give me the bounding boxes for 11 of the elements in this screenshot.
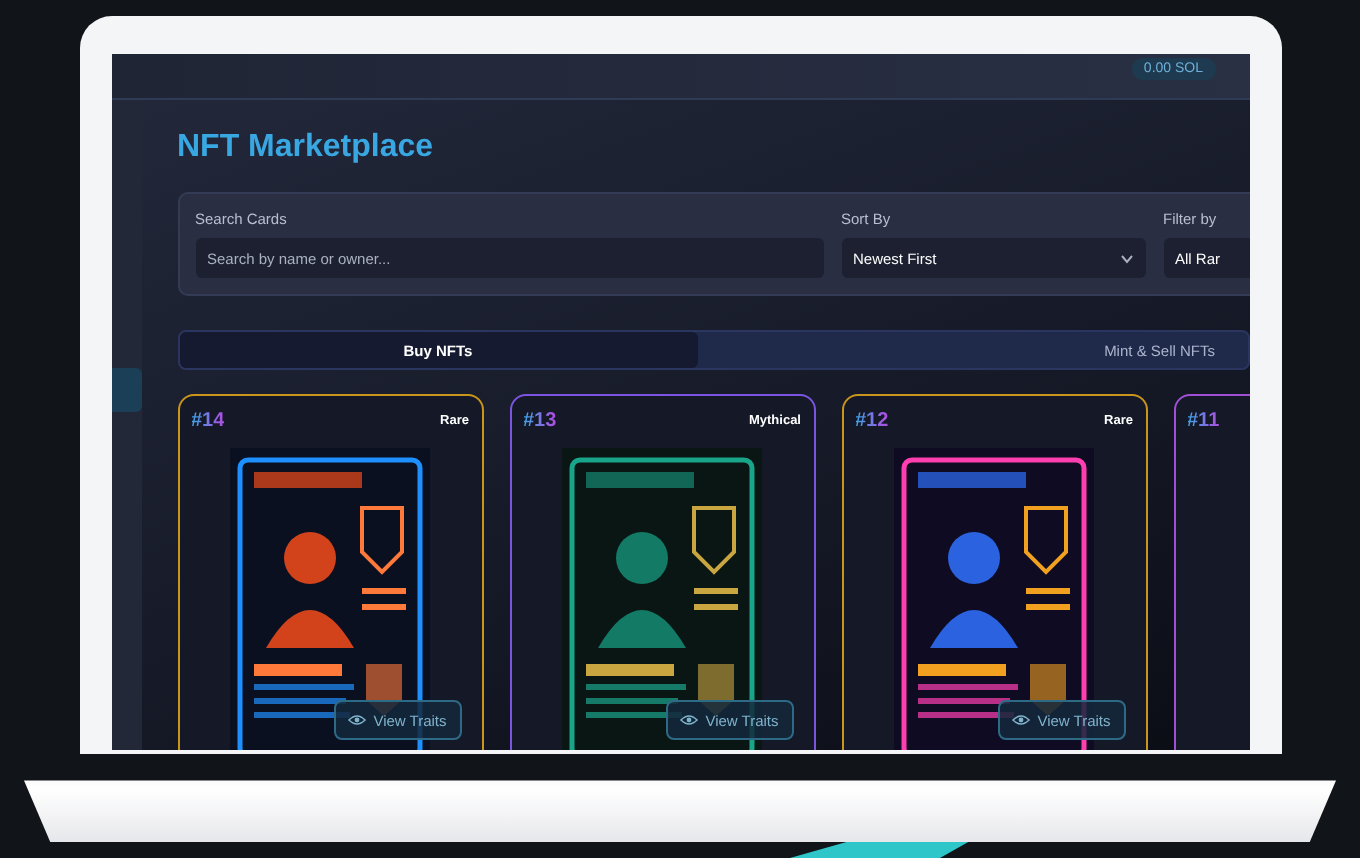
card-number: #11 [1187, 410, 1220, 432]
eye-icon [679, 714, 698, 726]
card-number: #12 [855, 410, 889, 432]
chevron-icon [1119, 253, 1133, 263]
page-title: NFT Marketplace [177, 128, 436, 168]
eye-icon [1011, 714, 1030, 726]
eye-icon [347, 714, 366, 726]
card-number: #13 [523, 410, 557, 432]
nft-card[interactable]: #11 [1173, 394, 1249, 750]
sidebar-toggle[interactable] [111, 368, 141, 412]
card-number: #14 [191, 410, 225, 432]
